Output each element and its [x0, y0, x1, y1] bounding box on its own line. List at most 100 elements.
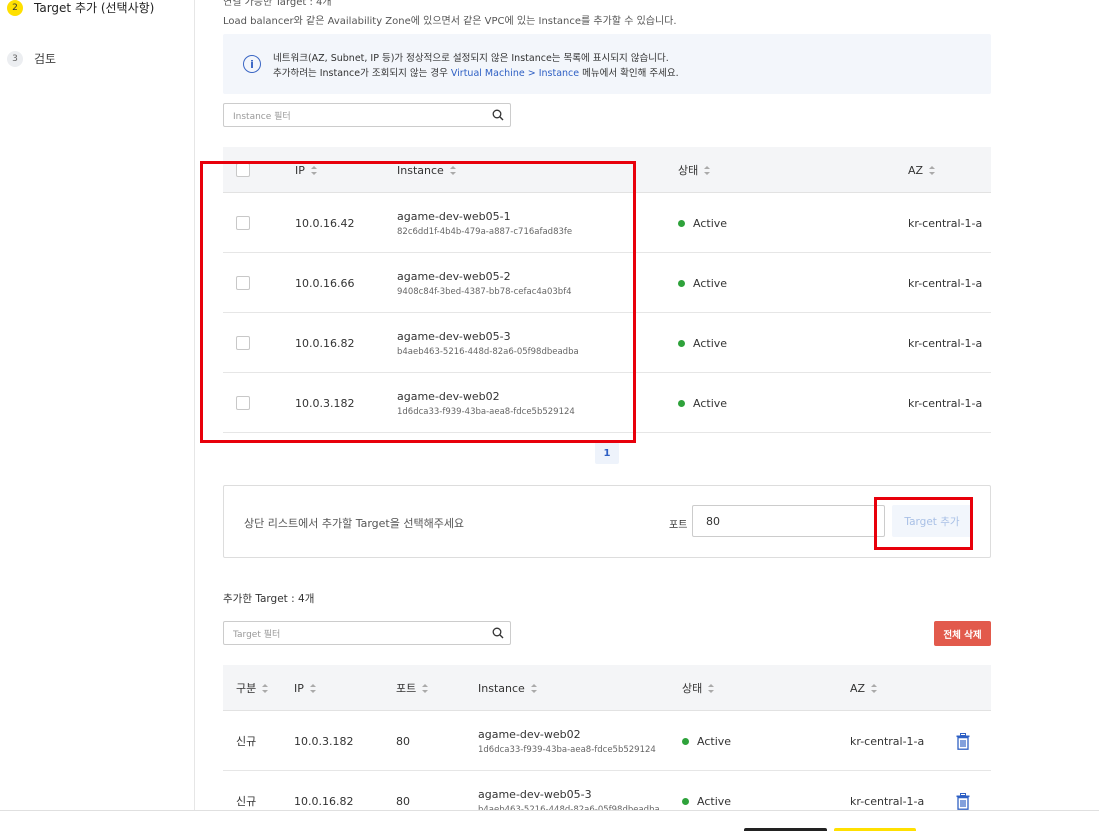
instance-filter — [223, 103, 511, 128]
info-line-2-suffix: 메뉴에서 확인해 주세요. — [579, 68, 679, 79]
status-active-icon — [682, 797, 689, 805]
trash-icon[interactable] — [956, 732, 970, 750]
row-az: kr-central-1-a — [908, 216, 983, 230]
virtual-machine-instance-link[interactable]: Virtual Machine > Instance — [451, 68, 579, 79]
column-port[interactable]: 포트 — [396, 665, 429, 711]
added-target-count: 추가한 Target : 4개 — [223, 593, 315, 605]
column-ip[interactable]: IP — [294, 665, 316, 711]
step-target-add[interactable]: 2 Target 추가 (선택사항) — [7, 0, 154, 16]
row-status: Active — [693, 216, 728, 230]
row-ip: 10.0.3.182 — [295, 396, 355, 410]
info-line-2-prefix: 추가하려는 Instance가 조회되지 않는 경우 — [273, 68, 451, 79]
row-instance-id: 82c6dd1f-4b4b-479a-a887-c716afad83fe — [397, 226, 573, 237]
column-instance[interactable]: Instance — [478, 665, 537, 711]
row-status: Active — [693, 336, 728, 350]
target-filter-input[interactable] — [224, 624, 474, 646]
row-checkbox[interactable] — [236, 216, 250, 230]
row-instance-name: agame-dev-web05-1 — [397, 209, 511, 223]
sort-icon — [929, 165, 936, 175]
column-status[interactable]: 상태 — [682, 665, 715, 711]
row-az: kr-central-1-a — [850, 734, 925, 748]
sort-icon — [704, 165, 711, 175]
add-target-button[interactable]: Target 추가 — [892, 505, 972, 537]
select-all-checkbox[interactable] — [236, 163, 250, 177]
row-ip: 10.0.16.42 — [295, 216, 355, 230]
sort-icon — [871, 683, 878, 693]
row-instance-name: agame-dev-web05-3 — [478, 787, 592, 801]
sort-icon — [309, 683, 316, 693]
bottom-action-bar — [0, 810, 1099, 831]
port-input[interactable] — [692, 505, 885, 537]
row-ip: 10.0.3.182 — [294, 734, 354, 748]
info-notice: i 네트워크(AZ, Subnet, IP 등)가 정상적으로 설정되지 않은 … — [223, 34, 991, 94]
step-label: Target 추가 (선택사항) — [34, 1, 155, 15]
row-az: kr-central-1-a — [908, 396, 983, 410]
row-ip: 10.0.16.66 — [295, 276, 355, 290]
row-instance-id: 1d6dca33-f939-43ba-aea8-fdce5b529124 — [478, 744, 656, 755]
row-az: kr-central-1-a — [908, 336, 983, 350]
added-table-header: 구분 IP 포트 Instance 상태 AZ — [223, 665, 991, 711]
column-ip[interactable]: IP — [295, 147, 317, 193]
page: 2 Target 추가 (선택사항) 3 검토 연결 가능한 Target : … — [0, 0, 1099, 831]
instance-table-header: IP Instance 상태 AZ — [223, 147, 991, 193]
row-status: Active — [697, 734, 732, 748]
available-target-count: 연결 가능한 Target : 4개 — [223, 0, 332, 8]
step-label: 검토 — [34, 52, 57, 66]
info-icon: i — [243, 55, 261, 73]
step-number: 2 — [7, 0, 23, 16]
status-active-icon — [678, 219, 685, 227]
column-az[interactable]: AZ — [908, 147, 936, 193]
column-status[interactable]: 상태 — [678, 147, 711, 193]
sort-icon — [708, 683, 715, 693]
column-instance[interactable]: Instance — [397, 147, 456, 193]
step-navigation: 2 Target 추가 (선택사항) 3 검토 — [0, 0, 195, 810]
row-status: Active — [693, 276, 728, 290]
column-kind[interactable]: 구분 — [236, 665, 269, 711]
instance-filter-input[interactable] — [224, 106, 474, 128]
status-active-icon — [678, 399, 685, 407]
row-instance-name: agame-dev-web02 — [478, 727, 581, 741]
info-line-2: 추가하려는 Instance가 조회되지 않는 경우 Virtual Machi… — [273, 65, 679, 79]
table-row[interactable]: 10.0.16.42 agame-dev-web05-1 82c6dd1f-4b4… — [223, 193, 991, 253]
row-port: 80 — [396, 734, 410, 748]
sort-icon — [449, 165, 456, 175]
sort-icon — [262, 683, 269, 693]
pagination-page-1[interactable]: 1 — [595, 442, 619, 464]
row-instance-id: 1d6dca33-f939-43ba-aea8-fdce5b529124 — [397, 406, 575, 417]
row-checkbox[interactable] — [236, 276, 250, 290]
step-number: 3 — [7, 50, 23, 67]
trash-icon[interactable] — [956, 792, 970, 810]
step-review[interactable]: 3 검토 — [7, 50, 56, 67]
row-instance-name: agame-dev-web05-2 — [397, 269, 511, 283]
table-row: 신규 10.0.3.182 80 agame-dev-web02 1d6dca33… — [223, 711, 991, 771]
row-az: kr-central-1-a — [908, 276, 983, 290]
sort-icon — [422, 683, 429, 693]
column-az[interactable]: AZ — [850, 665, 878, 711]
table-row[interactable]: 10.0.16.66 agame-dev-web05-2 9408c84f-3be… — [223, 253, 991, 313]
row-checkbox[interactable] — [236, 336, 250, 350]
row-ip: 10.0.16.82 — [295, 336, 355, 350]
status-active-icon — [678, 279, 685, 287]
row-status: Active — [693, 396, 728, 410]
row-instance-id: 9408c84f-3bed-4387-bb78-cefac4a03bf4 — [397, 286, 572, 297]
add-target-message: 상단 리스트에서 추가할 Target을 선택해주세요 — [244, 517, 465, 530]
sort-icon — [310, 165, 317, 175]
port-label: 포트 — [669, 520, 688, 531]
delete-all-button[interactable]: 전체 삭제 — [934, 621, 991, 646]
target-filter — [223, 621, 511, 646]
search-icon[interactable] — [492, 109, 504, 121]
status-active-icon — [682, 737, 689, 745]
table-row[interactable]: 10.0.16.82 agame-dev-web05-3 b4aeb463-521… — [223, 313, 991, 373]
row-status: Active — [697, 794, 732, 808]
add-target-panel: 상단 리스트에서 추가할 Target을 선택해주세요 포트 Target 추가 — [223, 485, 991, 558]
available-description: Load balancer와 같은 Availability Zone에 있으면… — [223, 16, 677, 27]
table-row[interactable]: 10.0.3.182 agame-dev-web02 1d6dca33-f939-… — [223, 373, 991, 433]
row-kind: 신규 — [236, 735, 257, 748]
info-line-1: 네트워크(AZ, Subnet, IP 등)가 정상적으로 설정되지 않은 In… — [273, 53, 669, 64]
row-instance-name: agame-dev-web05-3 — [397, 329, 511, 343]
sort-icon — [530, 683, 537, 693]
row-checkbox[interactable] — [236, 396, 250, 410]
row-instance-id: b4aeb463-5216-448d-82a6-05f98dbeadba — [397, 346, 579, 357]
status-active-icon — [678, 339, 685, 347]
search-icon[interactable] — [492, 627, 504, 639]
